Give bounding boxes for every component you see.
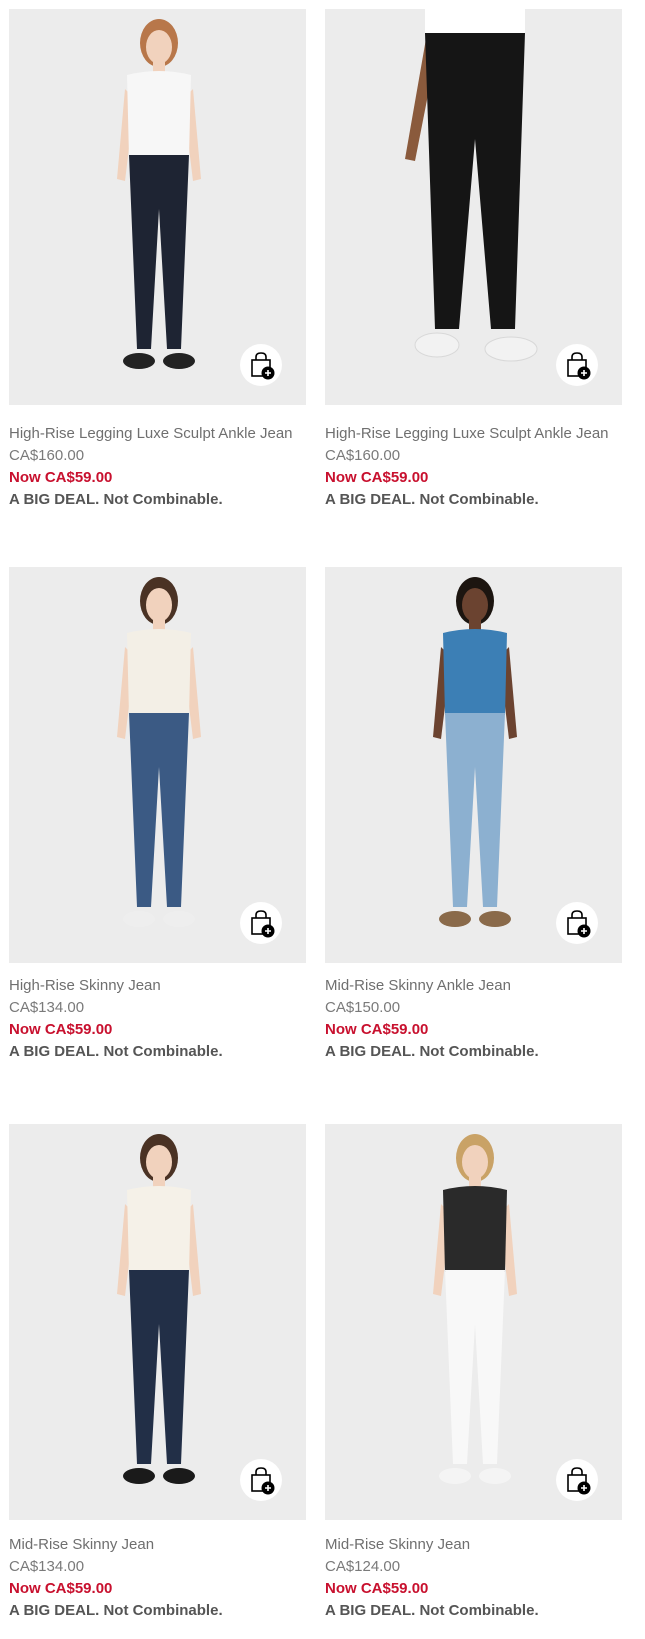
bag-handle-shape <box>255 1467 267 1475</box>
jeans-shape <box>129 155 189 349</box>
top-shape <box>443 629 507 715</box>
shoe-shape <box>123 1468 155 1484</box>
promo-text: A BIG DEAL. Not Combinable. <box>325 1043 539 1060</box>
promo-text: A BIG DEAL. Not Combinable. <box>325 491 539 508</box>
shoe-shape <box>479 1468 511 1484</box>
add-to-bag-button[interactable] <box>240 344 282 386</box>
add-to-bag-button[interactable] <box>556 344 598 386</box>
shoe-shape <box>163 1468 195 1484</box>
bag-handle-shape <box>571 352 583 360</box>
shoe-shape <box>123 353 155 369</box>
shopping-bag-plus-icon <box>251 352 275 380</box>
original-price: CA$150.00 <box>325 999 401 1016</box>
shoe-shape <box>123 911 155 927</box>
shoe-shape <box>439 911 471 927</box>
promo-text: A BIG DEAL. Not Combinable. <box>325 1602 539 1619</box>
head-shape <box>462 588 488 622</box>
head-shape <box>462 1145 488 1179</box>
shopping-bag-plus-icon <box>251 1467 275 1495</box>
add-to-bag-button[interactable] <box>240 902 282 944</box>
shopping-bag-plus-icon <box>567 352 591 380</box>
jeans-shape <box>425 33 525 329</box>
promo-text: A BIG DEAL. Not Combinable. <box>9 491 223 508</box>
original-price: CA$124.00 <box>325 1558 401 1575</box>
shopping-bag-plus-icon <box>567 910 591 938</box>
product-name[interactable]: High-Rise Legging Luxe Sculpt Ankle Jean <box>325 423 622 445</box>
add-to-bag-button[interactable] <box>240 1459 282 1501</box>
sale-price: Now CA$59.00 <box>9 1580 113 1597</box>
add-to-bag-button[interactable] <box>556 902 598 944</box>
sale-price: Now CA$59.00 <box>325 1580 429 1597</box>
shoe-shape <box>163 911 195 927</box>
shoe-shape <box>414 332 460 358</box>
bag-handle-shape <box>255 352 267 360</box>
promo-text: A BIG DEAL. Not Combinable. <box>9 1602 223 1619</box>
original-price: CA$160.00 <box>325 447 401 464</box>
jeans-shape <box>445 1270 505 1464</box>
product-name[interactable]: Mid-Rise Skinny Ankle Jean <box>325 975 622 997</box>
head-shape <box>146 588 172 622</box>
bag-handle-shape <box>571 1467 583 1475</box>
jeans-shape <box>129 1270 189 1464</box>
head-shape <box>146 1145 172 1179</box>
original-price: CA$134.00 <box>9 1558 85 1575</box>
shopping-bag-plus-icon <box>251 910 275 938</box>
original-price: CA$134.00 <box>9 999 85 1016</box>
sale-price: Now CA$59.00 <box>9 1021 113 1038</box>
shoe-shape <box>439 1468 471 1484</box>
product-name[interactable]: High-Rise Skinny Jean <box>9 975 306 997</box>
product-name[interactable]: High-Rise Legging Luxe Sculpt Ankle Jean <box>9 423 306 445</box>
product-name[interactable]: Mid-Rise Skinny Jean <box>325 1534 622 1556</box>
sale-price: Now CA$59.00 <box>325 469 429 486</box>
top-shape <box>425 9 525 37</box>
bag-handle-shape <box>571 910 583 918</box>
jeans-shape <box>445 713 505 907</box>
bag-handle-shape <box>255 910 267 918</box>
promo-text: A BIG DEAL. Not Combinable. <box>9 1043 223 1060</box>
head-shape <box>146 30 172 64</box>
shoe-shape <box>484 336 538 362</box>
top-shape <box>127 1186 191 1272</box>
sale-price: Now CA$59.00 <box>325 1021 429 1038</box>
top-shape <box>127 629 191 715</box>
add-to-bag-button[interactable] <box>556 1459 598 1501</box>
shopping-bag-plus-icon <box>567 1467 591 1495</box>
jeans-shape <box>129 713 189 907</box>
original-price: CA$160.00 <box>9 447 85 464</box>
top-shape <box>443 1186 507 1272</box>
sale-price: Now CA$59.00 <box>9 469 113 486</box>
top-shape <box>127 71 191 157</box>
shoe-shape <box>163 353 195 369</box>
shoe-shape <box>479 911 511 927</box>
product-name[interactable]: Mid-Rise Skinny Jean <box>9 1534 306 1556</box>
